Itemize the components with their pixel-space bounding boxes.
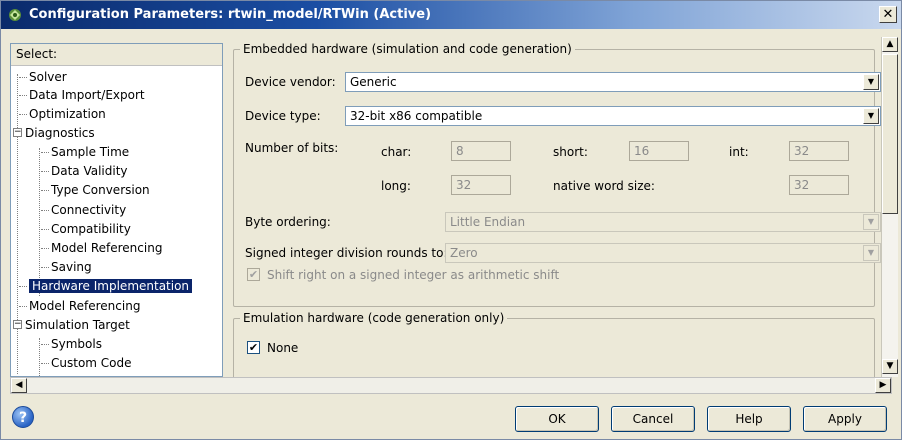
tree-item-saving[interactable]: Saving [41,258,92,276]
int-bits-field[interactable]: 32 [789,141,849,161]
embedded-hardware-legend: Embedded hardware (simulation and code g… [240,42,575,56]
tree-item-custom-code[interactable]: Custom Code [41,354,132,372]
tree-guide-line [17,74,18,374]
tree-item-optimization[interactable]: Optimization [19,105,106,123]
char-bits-field[interactable]: 8 [451,141,511,161]
dropdown-arrow-icon[interactable]: ▼ [863,214,879,230]
help-question-icon[interactable]: ? [12,406,34,428]
long-label: long: [381,179,411,193]
tree-item-type-conversion[interactable]: Type Conversion [41,181,150,199]
tree-guide-line [39,148,40,296]
device-vendor-value: Generic [350,75,397,89]
native-word-size-label: native word size: [553,179,655,193]
horizontal-scrollbar[interactable]: ◀ ▶ [10,377,892,394]
cancel-button[interactable]: Cancel [611,406,695,432]
byte-ordering-value: Little Endian [450,215,526,229]
signed-division-label: Signed integer division rounds to: [245,246,448,260]
tree-item-diagnostics[interactable]: Diagnostics [25,124,95,142]
shift-right-checkbox[interactable]: ✔ [247,268,260,281]
window-title: Configuration Parameters: rtwin_model/RT… [29,7,432,22]
short-bits-field[interactable]: 16 [629,141,689,161]
emulation-hardware-group: Emulation hardware (code generation only… [233,311,875,377]
title-bar[interactable]: Configuration Parameters: rtwin_model/RT… [1,1,901,29]
apply-button[interactable]: Apply [803,406,887,432]
number-of-bits-label: Number of bits: [245,141,339,155]
device-vendor-select[interactable]: Generic ▼ [345,72,881,92]
emulation-hardware-legend: Emulation hardware (code generation only… [240,311,508,325]
settings-pane: Embedded hardware (simulation and code g… [227,37,881,377]
device-vendor-label: Device vendor: [245,75,336,89]
expander-collapse-icon[interactable]: − [13,128,22,137]
close-button[interactable]: ✕ [879,6,897,23]
tree-item-hardware-implementation[interactable]: Hardware Implementation [19,277,193,295]
help-button[interactable]: Help [707,406,791,432]
short-label: short: [553,145,588,159]
tree-item-connectivity[interactable]: Connectivity [41,201,126,219]
expander-collapse-icon[interactable]: − [13,320,22,329]
scroll-right-icon[interactable]: ▶ [875,378,891,393]
dropdown-arrow-icon[interactable]: ▼ [863,245,879,261]
emulation-none-label: None [267,341,299,355]
dropdown-arrow-icon[interactable]: ▼ [863,74,879,90]
int-label: int: [729,145,749,159]
dropdown-arrow-icon[interactable]: ▼ [863,108,879,124]
tree-item-model-referencing[interactable]: Model Referencing [19,297,140,315]
dialog-window: Configuration Parameters: rtwin_model/RT… [0,0,902,440]
tree-item-sample-time[interactable]: Sample Time [41,143,129,161]
tree-guide-line [39,338,40,376]
tree-item-data-import-export[interactable]: Data Import/Export [19,86,145,104]
ok-button[interactable]: OK [515,406,599,432]
device-type-select[interactable]: 32-bit x86 compatible ▼ [345,106,881,126]
emulation-none-checkbox[interactable]: ✔ [247,341,260,354]
category-tree: Select: Solver Data Import/Export Optimi… [10,43,223,377]
scroll-thumb[interactable] [882,54,898,214]
scroll-left-icon[interactable]: ◀ [11,378,27,393]
scroll-up-icon[interactable]: ▲ [882,37,898,52]
byte-ordering-select[interactable]: Little Endian ▼ [445,212,881,232]
scroll-down-icon[interactable]: ▼ [882,359,898,374]
byte-ordering-label: Byte ordering: [245,215,331,229]
tree-item-symbols[interactable]: Symbols [41,335,102,353]
signed-division-select[interactable]: Zero ▼ [445,243,881,263]
settings-vertical-scrollbar[interactable]: ▲ ▼ [881,37,898,377]
native-word-size-field[interactable]: 32 [789,175,849,195]
device-type-label: Device type: [245,109,321,123]
tree-item-data-validity[interactable]: Data Validity [41,162,128,180]
signed-division-value: Zero [450,246,478,260]
tree-header: Select: [11,44,222,66]
tree-item-simulation-target[interactable]: Simulation Target [25,316,130,334]
shift-right-label: Shift right on a signed integer as arith… [267,268,560,282]
device-type-value: 32-bit x86 compatible [350,109,483,123]
char-label: char: [381,145,412,159]
tree-item-compatibility[interactable]: Compatibility [41,220,131,238]
tree-item-solver[interactable]: Solver [19,68,67,86]
tree-item-model-referencing-diag[interactable]: Model Referencing [41,239,162,257]
simulink-app-icon [9,9,21,21]
long-bits-field[interactable]: 32 [451,175,511,195]
